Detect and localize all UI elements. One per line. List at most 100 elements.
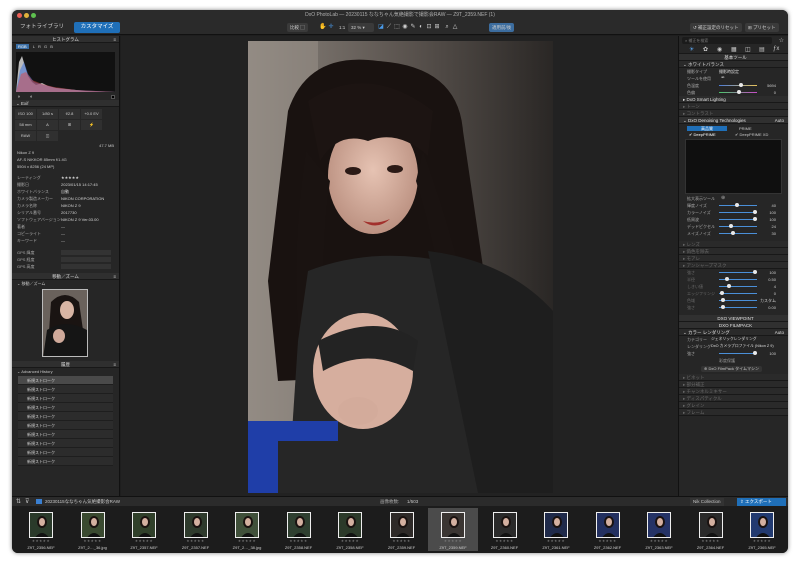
slider-knob[interactable] [753, 270, 757, 274]
intensity-row[interactable]: 強さ 100 [679, 350, 788, 357]
filmstrip-thumbnail[interactable]: ★★★★★ Z9T_2358.NEF [274, 508, 324, 551]
slider-knob[interactable] [725, 277, 729, 281]
wb-type-row[interactable]: 撮影タイプ 撮影時設定 [679, 68, 788, 75]
sort-icon[interactable]: ⇅ [16, 498, 21, 505]
gps-row[interactable]: GPS 高度 [12, 263, 119, 270]
rating-stars[interactable]: ★★★★★ [583, 539, 633, 543]
fringe-value[interactable]: 0.00 [768, 304, 776, 311]
basic-tools-header[interactable]: 基本ツール [679, 54, 788, 61]
clip-swatch[interactable] [111, 95, 115, 99]
history-item[interactable]: 新規ストローク [18, 394, 113, 403]
rating-stars[interactable]: ★★★★★ [686, 539, 736, 543]
preview-tool-row[interactable]: 拡大表示ツール ⊕ [679, 195, 788, 202]
filmstrip-thumbnail[interactable]: ★★★★★ Z9T_2356.NEF [16, 508, 66, 551]
mode-prime-button[interactable]: PRIME [739, 126, 752, 131]
rating-stars[interactable]: ★★★★★ [634, 539, 684, 543]
wb-tint-value[interactable]: 0 [774, 89, 776, 96]
filmstrip-thumbnail[interactable]: ★★★★★ Z9T_2…_36.jpg [68, 508, 118, 551]
collapsed-tool[interactable]: ▸ レンズ [679, 241, 788, 248]
noise-row[interactable]: デッドピクセル 24 [679, 223, 788, 230]
channel-tab-l[interactable]: L [33, 44, 35, 49]
sharpen-row[interactable]: しきい値 4 [679, 283, 788, 290]
wb-temp-value[interactable]: 5694 [767, 82, 776, 89]
metadata-row[interactable]: キーワード — [12, 237, 119, 244]
gps-row[interactable]: GPS 経度 [12, 256, 119, 263]
history-sub[interactable]: ⌄ Advanced History [12, 368, 119, 375]
panel-menu-icon[interactable]: ≡ [113, 273, 116, 280]
rendering-row[interactable]: カテゴリー ジェネリックレンダリング [679, 336, 788, 343]
wb-tint-row[interactable]: 色偏 0 [679, 89, 788, 96]
noise-value[interactable]: 30 [772, 230, 776, 237]
slider-knob[interactable] [727, 284, 731, 288]
loupe-icon[interactable]: ⌕ [444, 24, 450, 31]
metadata-row[interactable]: カメラ名称 NIKON Z 9 [12, 202, 119, 209]
sharpen-value[interactable]: 0.50 [768, 276, 776, 283]
metadata-row[interactable]: レーティング ★★★★★ [12, 174, 119, 181]
panel-menu-icon[interactable]: ≡ [113, 36, 116, 43]
metadata-value[interactable]: 2023/01/15 14:17:45 [61, 182, 98, 187]
channel-tab-r[interactable]: R [38, 44, 41, 49]
metadata-value[interactable]: NIKON Z 9 [61, 203, 81, 208]
protect-row[interactable]: 彩度保護 [679, 357, 788, 364]
sharpen-slider[interactable] [719, 284, 757, 288]
compare-button[interactable]: 比較 ▢ [287, 23, 308, 32]
straighten-icon[interactable]: ⟋ [386, 24, 392, 31]
slider-knob[interactable] [729, 224, 733, 228]
filmstrip-thumbnail[interactable]: ★★★★★ Z9T_2359.NEF [377, 508, 427, 551]
denoising-header[interactable]: ⌄ DxO Denoising Technologies Auto [679, 117, 788, 124]
rating-stars[interactable]: ★★★★★ [325, 539, 375, 543]
filmstrip-thumbnail[interactable]: ★★★★★ Z9T_2360.NEF [480, 508, 530, 551]
horizon-icon[interactable]: ⊡ [426, 24, 432, 31]
noise-row[interactable]: 輝度ノイズ 40 [679, 202, 788, 209]
collapsed-tool[interactable]: ▸ アンシャープマスク [679, 262, 788, 269]
slider-knob[interactable] [739, 83, 743, 87]
gps-field[interactable] [61, 257, 111, 263]
rating-stars[interactable]: ★★★★★ [377, 539, 427, 543]
reset-corrections-button[interactable]: ↺ 補正設定のリセット [690, 23, 742, 32]
slider-knob[interactable] [721, 298, 725, 302]
detail-palette-icon[interactable]: ◉ [717, 46, 722, 53]
sharpen-row[interactable]: 強さ 100 [679, 269, 788, 276]
eyedropper-icon[interactable]: ✒ [721, 75, 725, 82]
collapsed-tool[interactable]: ▸ フレーム [679, 409, 788, 416]
slider-knob[interactable] [721, 305, 725, 309]
collapsed-tool[interactable]: ▸ グレイン [679, 402, 788, 409]
rating-stars[interactable]: ★★★★★ [531, 539, 581, 543]
sharpen-row[interactable]: エッジフリンジ 0 [679, 290, 788, 297]
fringe-slider[interactable] [719, 298, 757, 302]
slider-knob[interactable] [753, 351, 757, 355]
rating-stars[interactable]: ★★★★★ [428, 539, 478, 543]
wb-temp-slider[interactable] [719, 83, 757, 87]
zoom-percent-select[interactable]: 32 % ▾ [348, 23, 374, 32]
denoise-preview[interactable] [685, 139, 782, 194]
rendering-row[interactable]: レンダリング DxO カメラプロファイル (Nikon Z 9) [679, 343, 788, 350]
history-item[interactable]: 新規ストローク [18, 439, 113, 448]
metadata-value[interactable]: NIKON Z 9 Ver.03.00 [61, 217, 99, 222]
hand-icon[interactable]: ✋ [319, 24, 326, 31]
noise-value[interactable]: 100 [769, 216, 776, 223]
viewpoint-header[interactable]: DXO VIEWPOINT [679, 315, 788, 322]
filmstrip-thumbnail[interactable]: ★★★★★ Z9T_2359.NEF [428, 508, 478, 551]
navigation-sub[interactable]: ⌄ 移動／ズーム [12, 280, 119, 287]
noise-value[interactable]: 100 [769, 209, 776, 216]
color-rendering-header[interactable]: ⌄ カラー レンダリング Auto [679, 329, 788, 336]
sharpen-slider[interactable] [719, 291, 757, 295]
filter-icon[interactable]: ⊽ [25, 498, 29, 505]
collapsed-tool[interactable]: ▸ 偽色を除去 [679, 248, 788, 255]
local-adjust-icon[interactable]: ◐ [418, 24, 424, 31]
slider-knob[interactable] [753, 217, 757, 221]
crop-icon[interactable]: ◪ [378, 24, 384, 31]
mode-hq-button[interactable]: 高品質 [687, 126, 727, 131]
slider-knob[interactable] [737, 90, 741, 94]
slider-knob[interactable] [720, 291, 724, 295]
history-item[interactable]: 新規ストローク [18, 403, 113, 412]
nik-collection-button[interactable]: Nik Collection [690, 498, 724, 506]
metadata-value[interactable]: NIKON CORPORATION [61, 196, 104, 201]
noise-slider[interactable] [719, 203, 757, 207]
collapsed-tool[interactable]: ▸ チャンネルミキサー [679, 388, 788, 395]
filmstrip-thumbnail[interactable]: ★★★★★ Z9T_2…_38.jpg [222, 508, 272, 551]
noise-row[interactable]: 低周波 100 [679, 216, 788, 223]
rating-stars[interactable]: ★★★★★ [68, 539, 118, 543]
metadata-row[interactable]: 撮影日 2023/01/15 14:17:45 [12, 181, 119, 188]
navigator-thumbnail[interactable] [42, 289, 88, 357]
